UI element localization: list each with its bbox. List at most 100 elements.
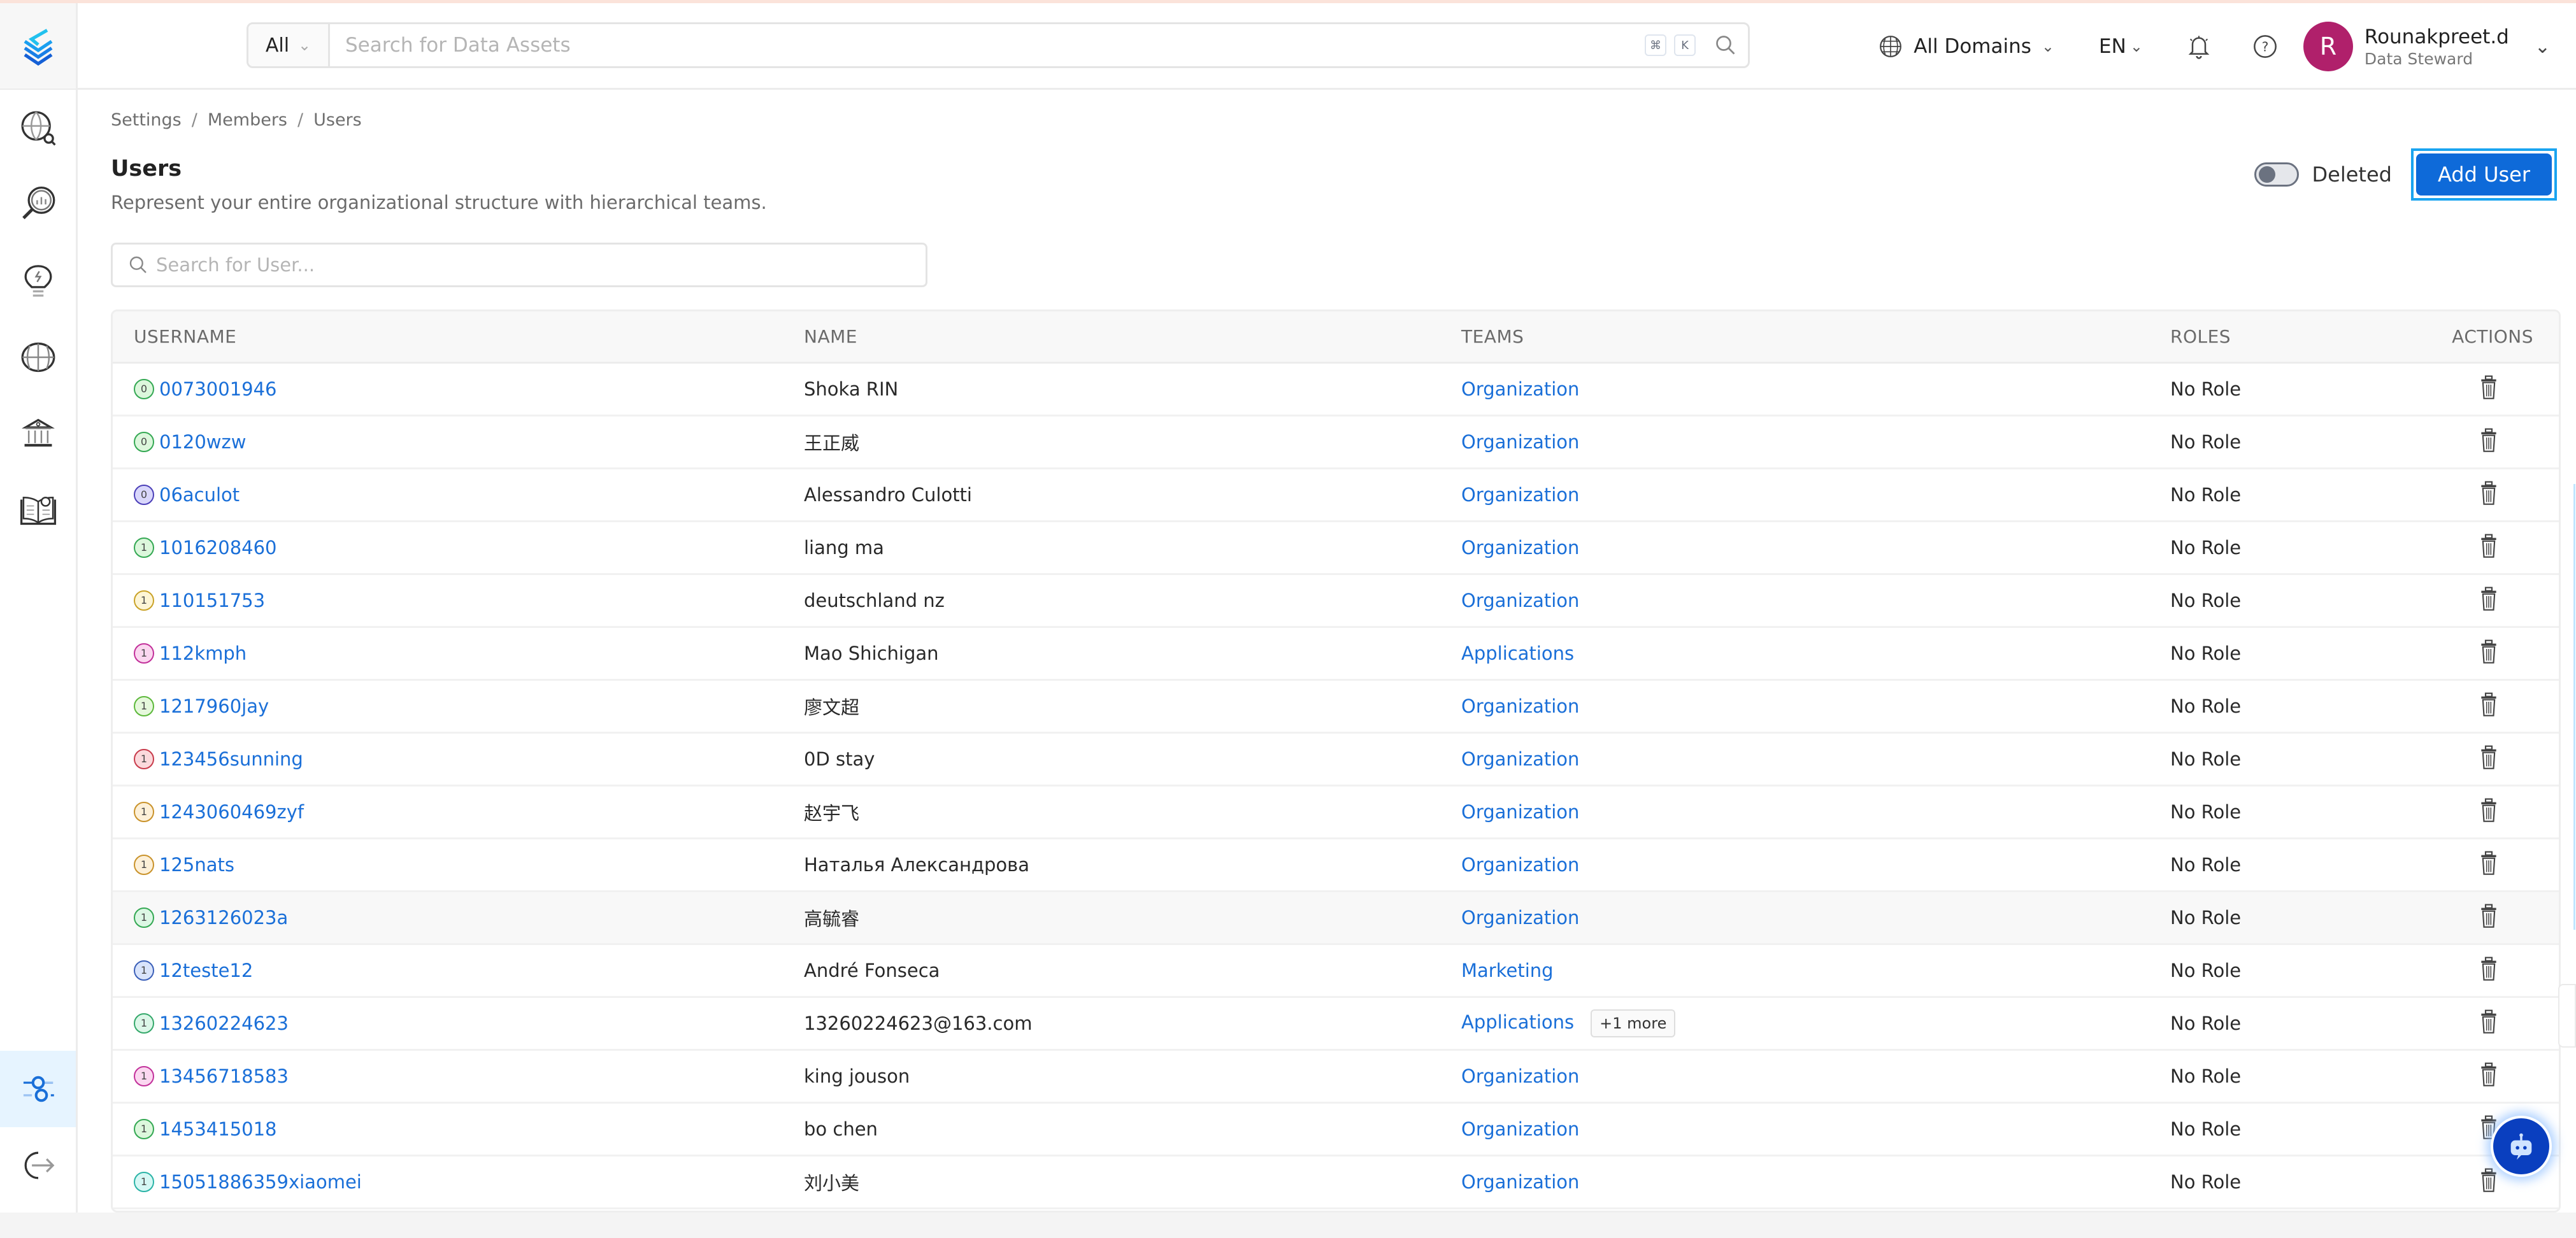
delete-user-button[interactable]: [2476, 795, 2501, 826]
more-teams-tag[interactable]: +1 more: [1591, 1009, 1676, 1037]
table-row[interactable]: 1 1217960jay 廖文超 Organization No Role: [113, 679, 2559, 734]
team-link[interactable]: Organization: [1461, 907, 1579, 928]
cell-username: 1 112kmph: [113, 627, 804, 681]
delete-user-button[interactable]: [2476, 637, 2501, 667]
username-link[interactable]: 0120wzw: [159, 431, 246, 453]
delete-user-button[interactable]: [2476, 531, 2501, 562]
domain-selector[interactable]: All Domains ⌄: [1878, 34, 2054, 59]
column-header-roles[interactable]: ROLES: [2170, 311, 2425, 364]
username-link[interactable]: 1453415018: [159, 1118, 277, 1140]
username-link[interactable]: 110151753: [159, 590, 265, 611]
column-header-username[interactable]: USERNAME: [113, 311, 804, 364]
breadcrumb-settings[interactable]: Settings: [111, 110, 182, 130]
team-link[interactable]: Organization: [1461, 537, 1579, 559]
team-link[interactable]: Organization: [1461, 695, 1579, 717]
team-link[interactable]: Organization: [1461, 1065, 1579, 1087]
table-row[interactable]: 1 125nats Наталья Александрова Organization…: [113, 838, 2559, 892]
table-row[interactable]: 1 1016208460 liang ma Organization No Role: [113, 521, 2559, 575]
search-button[interactable]: [1703, 24, 1748, 66]
search-scope-dropdown[interactable]: All ⌄: [248, 24, 330, 66]
team-link[interactable]: Organization: [1461, 748, 1579, 770]
username-link[interactable]: 1016208460: [159, 537, 277, 559]
cell-roles: No Role: [2170, 574, 2425, 628]
side-drawer-tab[interactable]: [2558, 984, 2576, 1048]
table-row[interactable]: 1 13260224623 13260224623@163.com Applicati…: [113, 997, 2559, 1051]
column-header-name[interactable]: NAME: [804, 311, 1461, 364]
table-row[interactable]: 1 123456sunning 0D stay Organization No Role: [113, 732, 2559, 786]
team-link[interactable]: Organization: [1461, 484, 1579, 506]
team-link[interactable]: Organization: [1461, 1118, 1579, 1140]
team-link[interactable]: Organization: [1461, 1171, 1579, 1193]
add-user-button[interactable]: Add User: [2415, 153, 2552, 196]
user-menu-chevron-icon[interactable]: ⌄: [2535, 36, 2551, 58]
delete-user-button[interactable]: [2476, 1165, 2501, 1196]
sidebar-item-insights[interactable]: [0, 243, 76, 319]
delete-user-button[interactable]: [2476, 373, 2501, 403]
sidebar-item-explore[interactable]: [0, 90, 76, 166]
delete-user-button[interactable]: [2476, 901, 2501, 932]
team-link[interactable]: Organization: [1461, 431, 1579, 453]
table-row[interactable]: 1 13456718583 king jouson Organization No Ro…: [113, 1049, 2559, 1104]
username-link[interactable]: 15051886359xiaomei: [159, 1171, 362, 1193]
table-row[interactable]: 0 06aculot Alessandro Culotti Organization N…: [113, 468, 2559, 522]
user-level-badge: 1: [134, 537, 154, 558]
sidebar-item-logout[interactable]: [0, 1127, 76, 1204]
team-link[interactable]: Organization: [1461, 801, 1579, 823]
notifications-button[interactable]: [2184, 31, 2214, 62]
user-avatar[interactable]: R: [2303, 22, 2353, 71]
table-row[interactable]: 1 110151753 deutschland nz Organization No R…: [113, 574, 2559, 628]
team-link[interactable]: Organization: [1461, 854, 1579, 876]
sidebar-item-observability[interactable]: [0, 166, 76, 243]
delete-user-button[interactable]: [2476, 425, 2501, 456]
username-link[interactable]: 123456sunning: [159, 748, 303, 770]
username-link[interactable]: 0073001946: [159, 378, 277, 400]
breadcrumb-members[interactable]: Members: [208, 110, 287, 130]
delete-user-button[interactable]: [2476, 743, 2501, 773]
username-link[interactable]: 112kmph: [159, 643, 247, 664]
app-logo[interactable]: [0, 3, 76, 90]
username-link[interactable]: 06aculot: [159, 484, 240, 506]
table-row[interactable]: 1 1243060469zyf 赵宇飞 Organization No Role: [113, 785, 2559, 839]
delete-user-button[interactable]: [2476, 584, 2501, 615]
username-link[interactable]: 1217960jay: [159, 695, 269, 717]
username-link[interactable]: 125nats: [159, 854, 234, 876]
language-selector[interactable]: EN ⌄: [2099, 35, 2143, 58]
sidebar-item-govern[interactable]: [0, 395, 76, 472]
sidebar-item-knowledge[interactable]: [0, 472, 76, 548]
username-link[interactable]: 1263126023a: [159, 907, 288, 928]
table-row[interactable]: 1 1263126023a 高毓睿 Organization No Role: [113, 891, 2559, 945]
username-link[interactable]: 13260224623: [159, 1013, 289, 1034]
help-button[interactable]: ?: [2250, 31, 2280, 62]
team-link[interactable]: Organization: [1461, 378, 1579, 400]
delete-user-button[interactable]: [2476, 954, 2501, 985]
team-link[interactable]: Marketing: [1461, 960, 1554, 981]
team-link[interactable]: Organization: [1461, 590, 1579, 611]
delete-user-button[interactable]: [2476, 848, 2501, 879]
chatbot-button[interactable]: [2491, 1116, 2552, 1177]
global-search-input[interactable]: [330, 24, 1645, 66]
sidebar-item-domains[interactable]: [0, 319, 76, 395]
sidebar-item-settings[interactable]: [0, 1051, 76, 1127]
table-row[interactable]: 1 1453415018 bo chen Organization No Role: [113, 1102, 2559, 1156]
table-row[interactable]: 1 12teste12 André Fonseca Marketing No Role: [113, 944, 2559, 998]
team-link[interactable]: Applications: [1461, 643, 1574, 664]
cell-roles: No Role: [2170, 891, 2425, 945]
table-row[interactable]: 1 112kmph Mao Shichigan Applications No Role: [113, 627, 2559, 681]
team-link[interactable]: Applications: [1461, 1011, 1574, 1033]
table-row[interactable]: 0 0073001946 Shoka RIN Organization No Role: [113, 362, 2559, 416]
column-header-teams[interactable]: TEAMS: [1461, 311, 2170, 364]
username-link[interactable]: 12teste12: [159, 960, 253, 981]
deleted-toggle[interactable]: [2254, 162, 2300, 187]
delete-user-button[interactable]: [2476, 1007, 2501, 1037]
table-row[interactable]: 1 15051886359xiaomei 刘小美 Organization No Rol…: [113, 1155, 2559, 1209]
user-info[interactable]: Rounakpreet.d Data Steward: [2365, 25, 2509, 68]
delete-user-button[interactable]: [2476, 1060, 2501, 1090]
user-search-input[interactable]: [156, 254, 926, 276]
table-row[interactable]: 0 0120wzw 王正威 Organization No Role: [113, 415, 2559, 469]
username-link[interactable]: 13456718583: [159, 1065, 289, 1087]
user-role: Data Steward: [2364, 49, 2473, 68]
username-link[interactable]: 1243060469zyf: [159, 801, 304, 823]
delete-user-button[interactable]: [2476, 478, 2501, 509]
delete-user-button[interactable]: [2476, 690, 2501, 720]
cell-teams: Organization: [1461, 362, 2170, 416]
